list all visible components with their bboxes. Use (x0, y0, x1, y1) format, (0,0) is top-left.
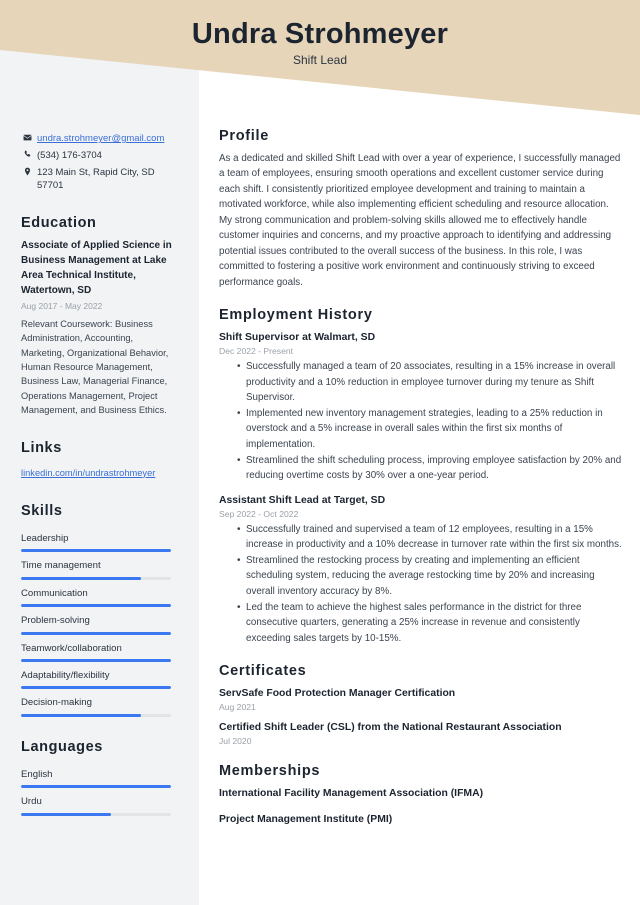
profile-text: As a dedicated and skilled Shift Lead wi… (219, 153, 621, 288)
certificate-entry-title: Certified Shift Leader (CSL) from the Na… (219, 721, 562, 733)
skill-item-meter (21, 604, 171, 608)
skill-item-meter-fill (21, 713, 141, 717)
skill-item-meter-fill (21, 686, 171, 690)
job-entry-date: Dec 2022 - Present (219, 346, 294, 357)
job-bullet: Streamlined the shift scheduling process… (237, 453, 624, 484)
language-item-meter-fill (21, 785, 171, 789)
links-section: Links linkedin.com/in/undrastrohmeyer (21, 440, 178, 481)
language-item: English (21, 762, 178, 789)
contact-email-row[interactable]: undra.strohmeyer@gmail.com (21, 132, 178, 146)
skill-item-meter (21, 686, 171, 690)
education-section: Education Associate of Applied Science i… (21, 215, 178, 418)
skill-item-label: Teamwork/collaboration (21, 642, 122, 654)
skill-item-meter (21, 659, 171, 662)
skill-item: Adaptability/flexibility (21, 663, 178, 690)
skill-item-meter (21, 549, 171, 553)
certificate-entry-title: ServSafe Food Protection Manager Certifi… (219, 687, 456, 699)
contact-email-link[interactable]: undra.strohmeyer@gmail.com (34, 132, 164, 146)
skill-item: Teamwork/collaboration (21, 636, 178, 662)
job-entry-bullets: Successfully managed a team of 20 associ… (219, 359, 624, 483)
certificates-heading: Certificates (219, 662, 307, 679)
skill-item: Leadership (21, 526, 178, 553)
job-entry-title: Shift Supervisor at Walmart, SD (219, 332, 376, 344)
skill-item-meter-fill (21, 576, 141, 580)
job-entry: Shift Supervisor at Walmart, SD Dec 2022 … (219, 330, 624, 483)
certificate-entry: Certified Shift Leader (CSL) from the Na… (219, 720, 624, 746)
sidebar: undra.strohmeyer@gmail.com (534) 176-370… (0, 0, 199, 905)
education-heading: Education (21, 215, 97, 232)
job-entry: Assistant Shift Lead at Target, SD Sep 20… (219, 493, 624, 646)
skill-item: Communication (21, 581, 178, 608)
contact-address-text: 123 Main St, Rapid City, SD 57701 (37, 166, 155, 192)
links-heading: Links (21, 439, 62, 456)
skill-item-meter (21, 713, 171, 717)
skill-item-meter-fill (21, 604, 171, 608)
job-bullet: Implemented new inventory management str… (237, 406, 624, 452)
language-item: Urdu (21, 789, 178, 816)
envelope-icon (21, 132, 34, 142)
certificate-entry: ServSafe Food Protection Manager Certifi… (219, 686, 624, 712)
skill-item: Problem-solving (21, 608, 178, 635)
skill-item-label: Communication (21, 587, 88, 599)
certificate-entry-date: Aug 2021 (219, 701, 256, 712)
languages-list: English Urdu (21, 762, 178, 816)
resume-page: Undra Strohmeyer Shift Lead undra.strohm… (0, 0, 640, 905)
education-entry: Associate of Applied Science in Business… (21, 238, 178, 418)
skill-item: Decision-making (21, 690, 178, 717)
job-entry-date: Sep 2022 - Oct 2022 (219, 508, 299, 519)
contact-phone-row: (534) 176-3704 (21, 149, 178, 163)
skill-item-meter-fill (21, 659, 171, 662)
language-item-label: English (21, 768, 53, 780)
language-item-meter (21, 812, 171, 816)
skill-item-meter-fill (21, 549, 171, 553)
membership-entry: International Facility Management Associ… (219, 788, 484, 800)
job-bullet: Streamlined the restocking process by cr… (237, 553, 624, 599)
skill-item-meter (21, 576, 171, 580)
skill-item-meter (21, 631, 171, 635)
profile-heading: Profile (219, 128, 270, 144)
job-bullet: Successfully trained and supervised a te… (237, 522, 624, 553)
language-item-meter-fill (21, 812, 111, 816)
skill-item-meter-fill (21, 631, 171, 635)
contact-email-text: undra.strohmeyer@gmail.com (37, 133, 165, 144)
contact-phone-text: (534) 176-3704 (37, 149, 102, 161)
memberships-heading: Memberships (219, 763, 321, 780)
membership-entry: Project Management Institute (PMI) (219, 814, 393, 826)
education-entry-title: Associate of Applied Science in Business… (21, 240, 172, 297)
skill-item-label: Problem-solving (21, 615, 90, 627)
memberships-list: International Facility Management Associ… (219, 786, 624, 827)
employment-heading: Employment History (219, 307, 373, 324)
employment-section: Employment History Shift Supervisor at W… (219, 307, 624, 646)
skills-list: Leadership Time management Communication Pr… (21, 526, 178, 717)
certificates-section: Certificates ServSafe Food Protection Ma… (219, 663, 624, 746)
job-bullet: Successfully managed a team of 20 associ… (237, 359, 624, 405)
profile-section: Profile As a dedicated and skilled Shift… (219, 128, 624, 290)
certificate-entry-date: Jul 2020 (219, 736, 252, 747)
skills-heading: Skills (21, 502, 63, 519)
skills-section: Skills Leadership Time management Communic… (21, 503, 178, 717)
skill-item-label: Leadership (21, 532, 69, 544)
languages-heading: Languages (21, 738, 103, 755)
contact-address-row: 123 Main St, Rapid City, SD 57701 (21, 166, 178, 194)
skill-item-label: Decision-making (21, 697, 92, 709)
skill-item-label: Time management (21, 560, 101, 572)
languages-section: Languages English Urdu (21, 739, 178, 816)
map-pin-icon (21, 166, 34, 176)
education-entry-description: Relevant Coursework: Business Administra… (21, 318, 169, 416)
link-item-linkedin[interactable]: linkedin.com/in/undrastrohmeyer (21, 468, 155, 478)
phone-icon (21, 149, 34, 159)
language-item-meter (21, 785, 171, 789)
contact-block: undra.strohmeyer@gmail.com (534) 176-370… (21, 132, 178, 193)
skill-item: Time management (21, 553, 178, 580)
job-entry-bullets: Successfully trained and supervised a te… (219, 522, 624, 646)
skill-item-label: Adaptability/flexibility (21, 670, 110, 681)
language-item-label: Urdu (21, 796, 42, 808)
main-content: Profile As a dedicated and skilled Shift… (199, 0, 640, 905)
certificates-list: ServSafe Food Protection Manager Certifi… (219, 686, 624, 746)
education-entry-date: Aug 2017 - May 2022 (21, 301, 103, 312)
jobs-list: Shift Supervisor at Walmart, SD Dec 2022 … (219, 330, 624, 646)
memberships-section: Memberships International Facility Manag… (219, 763, 624, 827)
job-entry-title: Assistant Shift Lead at Target, SD (219, 494, 386, 506)
job-bullet: Led the team to achieve the highest sale… (237, 600, 624, 646)
